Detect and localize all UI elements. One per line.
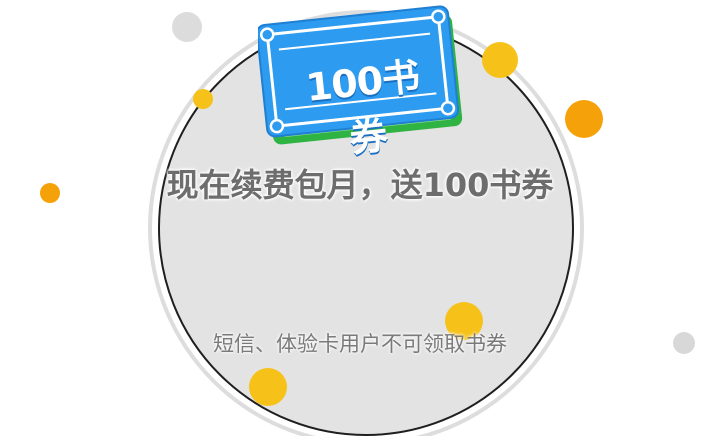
decor-dot-yellow bbox=[482, 42, 518, 78]
promo-popup: 100书券 现在续费包月，送100书券 短信、体验卡用户不可领取书券 bbox=[0, 0, 720, 436]
decor-dot-yellow bbox=[193, 89, 213, 109]
decor-dot-orange bbox=[40, 183, 60, 203]
promo-note: 短信、体验卡用户不可领取书券 bbox=[213, 332, 507, 356]
decor-dot-gray bbox=[673, 332, 695, 354]
promo-headline: 现在续费包月，送100书券 bbox=[166, 166, 554, 204]
voucher-value-label: 100书券 bbox=[303, 54, 422, 161]
decor-dot-gray bbox=[172, 12, 202, 42]
decor-dot-yellow bbox=[249, 368, 287, 406]
decor-dot-orange bbox=[565, 100, 603, 138]
